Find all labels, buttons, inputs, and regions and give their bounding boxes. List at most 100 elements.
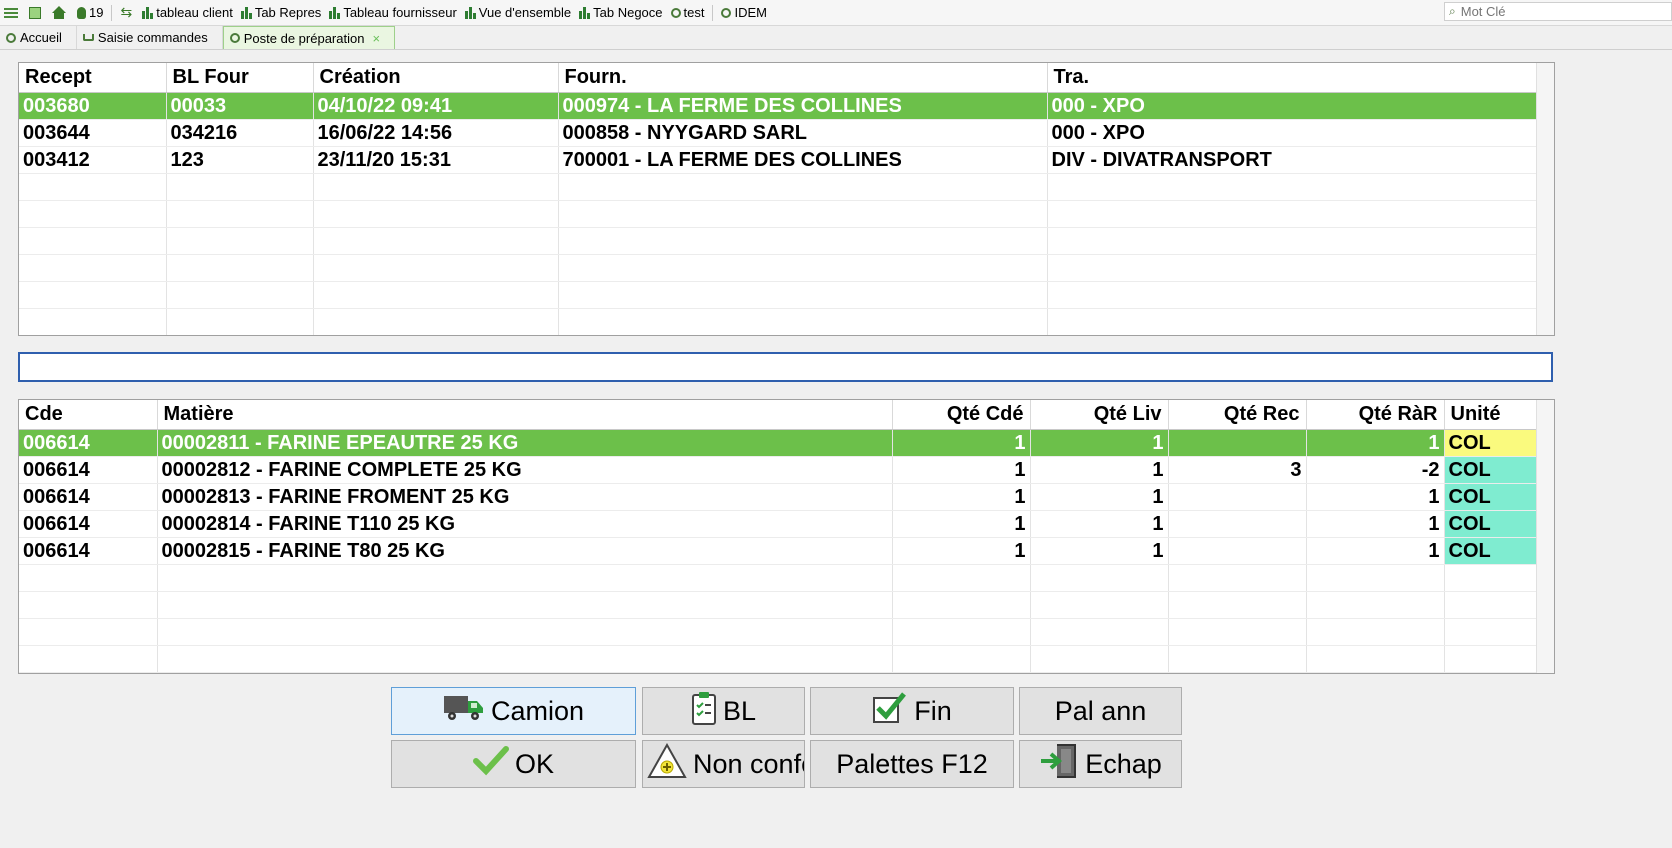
bar-chart-icon xyxy=(579,6,591,19)
column-header-fourn[interactable]: Fourn. xyxy=(558,63,1048,93)
empty-row xyxy=(19,564,1537,592)
column-header-bl-four[interactable]: BL Four xyxy=(166,63,314,93)
bar-chart-icon xyxy=(464,6,476,19)
tab-label: Saisie commandes xyxy=(97,30,208,45)
cell-cde: 006614 xyxy=(19,456,158,484)
cell-tra: 000 - XPO xyxy=(1047,92,1538,120)
swap-button[interactable]: ⇆ xyxy=(116,2,138,24)
camion-button-label: Camion xyxy=(490,695,585,726)
tab-poste-preparation[interactable]: Poste de préparation × xyxy=(222,26,396,49)
notification-count: 19 xyxy=(89,5,104,20)
tab-label: Accueil xyxy=(20,30,62,45)
empty-row xyxy=(19,227,1538,255)
cell-fourn: 000858 - NYYGARD SARL xyxy=(558,119,1048,147)
table-row[interactable]: 006614 00002815 - FARINE T80 25 KG 1 1 1… xyxy=(19,537,1537,565)
empty-row xyxy=(19,173,1538,201)
keyword-search-input[interactable] xyxy=(1458,3,1653,20)
non-conformite-button[interactable]: Non confo xyxy=(642,740,805,788)
camion-button[interactable]: Camion xyxy=(391,687,636,735)
toolbar-divider xyxy=(712,4,714,21)
cell-qte-rec[interactable] xyxy=(1168,510,1307,538)
cell-matiere: 00002811 - FARINE EPEAUTRE 25 KG xyxy=(157,429,893,457)
table-row[interactable]: 003680 00033 04/10/22 09:41 000974 - LA … xyxy=(19,92,1538,120)
checkbox-icon xyxy=(872,691,908,731)
toolbar-item-tableau-client[interactable]: tableau client xyxy=(138,2,237,24)
toolbar-item-tableau-fournisseur[interactable]: Tableau fournisseur xyxy=(325,2,460,24)
checkmark-icon xyxy=(472,745,509,784)
close-icon[interactable]: × xyxy=(372,31,380,46)
toolbar-item-tab-negoce[interactable]: Tab Negoce xyxy=(575,2,666,24)
toolbar-item-vue-ensemble[interactable]: Vue d'ensemble xyxy=(461,2,575,24)
table-row[interactable]: 003412 123 23/11/20 15:31 700001 - LA FE… xyxy=(19,146,1538,174)
vertical-scrollbar[interactable] xyxy=(1536,63,1554,335)
table-row[interactable]: 006614 00002814 - FARINE T110 25 KG 1 1 … xyxy=(19,510,1537,538)
toolbar-divider xyxy=(111,4,113,21)
toolbar-item-idem[interactable]: IDEM xyxy=(717,2,771,24)
toolbar-item-label: IDEM xyxy=(734,5,767,20)
cell-matiere: 00002813 - FARINE FROMENT 25 KG xyxy=(157,483,893,511)
table-row[interactable]: 006614 00002811 - FARINE EPEAUTRE 25 KG … xyxy=(19,429,1537,457)
cell-fourn: 000974 - LA FERME DES COLLINES xyxy=(558,92,1048,120)
ok-button[interactable]: OK xyxy=(391,740,636,788)
toolbar-item-label: test xyxy=(683,5,705,20)
cell-qte-rec[interactable] xyxy=(1168,483,1307,511)
column-header-unite[interactable]: Unité xyxy=(1444,400,1537,430)
cell-recept: 003412 xyxy=(19,146,167,174)
tab-accueil[interactable]: Accueil xyxy=(0,26,77,49)
swap-arrows-icon: ⇆ xyxy=(120,4,133,20)
notifications-button[interactable]: 19 xyxy=(73,2,107,24)
toolbar-item-test[interactable]: test xyxy=(667,2,709,24)
fin-button[interactable]: Fin xyxy=(810,687,1014,735)
vertical-scrollbar[interactable] xyxy=(1536,400,1554,673)
empty-row xyxy=(19,308,1538,335)
key-icon xyxy=(670,7,681,18)
cell-creation: 04/10/22 09:41 xyxy=(313,92,559,120)
pal-ann-button[interactable]: Pal ann xyxy=(1019,687,1182,735)
warning-icon xyxy=(647,742,687,786)
truck-icon xyxy=(443,693,485,730)
column-header-creation[interactable]: Création xyxy=(313,63,559,93)
table-row[interactable]: 006614 00002812 - FARINE COMPLETE 25 KG … xyxy=(19,456,1537,484)
bulb-icon xyxy=(77,6,86,19)
cell-qte-cde: 1 xyxy=(892,429,1031,457)
home-icon xyxy=(52,6,66,19)
column-header-qte-cde[interactable]: Qté Cdé xyxy=(892,400,1031,430)
calendar-button[interactable] xyxy=(25,2,48,24)
table-row[interactable]: 003644 034216 16/06/22 14:56 000858 - NY… xyxy=(19,119,1538,147)
search-icon: ⌕ xyxy=(1449,4,1456,18)
cell-qte-cde: 1 xyxy=(892,510,1031,538)
column-header-tra[interactable]: Tra. xyxy=(1047,63,1538,93)
tab-saisie-commandes[interactable]: Saisie commandes xyxy=(76,26,223,49)
scan-input[interactable] xyxy=(20,354,1551,380)
cell-bl-four: 00033 xyxy=(166,92,314,120)
cell-qte-rec[interactable] xyxy=(1168,537,1307,565)
menu-button[interactable] xyxy=(0,2,25,24)
column-header-qte-rar[interactable]: Qté RàR xyxy=(1306,400,1445,430)
empty-row xyxy=(19,281,1538,309)
column-header-cde[interactable]: Cde xyxy=(19,400,158,430)
cell-qte-rec[interactable] xyxy=(1168,429,1307,457)
palettes-f12-button[interactable]: Palettes F12 xyxy=(810,740,1014,788)
column-header-qte-rec[interactable]: Qté Rec xyxy=(1168,400,1307,430)
toolbar-item-label: Tableau fournisseur xyxy=(343,5,457,20)
lines-grid: Cde Matière Qté Cdé Qté Liv Qté Rec Qté … xyxy=(18,399,1555,674)
home-button[interactable] xyxy=(48,2,73,24)
cell-recept: 003644 xyxy=(19,119,167,147)
cell-qte-rec[interactable]: 3 xyxy=(1168,456,1307,484)
top-toolbar: 19 ⇆ tableau client Tab Repres Tableau f… xyxy=(0,0,1672,26)
cell-bl-four: 123 xyxy=(166,146,314,174)
column-header-recept[interactable]: Recept xyxy=(19,63,167,93)
non-conformite-button-label: Non confo xyxy=(693,748,805,779)
toolbar-item-label: Vue d'ensemble xyxy=(478,5,572,20)
column-header-matiere[interactable]: Matière xyxy=(157,400,893,430)
cell-qte-rar: 1 xyxy=(1306,483,1445,511)
toolbar-item-tab-repres[interactable]: Tab Repres xyxy=(237,2,325,24)
cell-qte-cde: 1 xyxy=(892,483,1031,511)
calendar-icon xyxy=(29,6,41,19)
echap-button[interactable]: Echap xyxy=(1019,740,1182,788)
hamburger-icon xyxy=(4,7,18,19)
table-row[interactable]: 006614 00002813 - FARINE FROMENT 25 KG 1… xyxy=(19,483,1537,511)
column-header-qte-liv[interactable]: Qté Liv xyxy=(1030,400,1169,430)
bl-button[interactable]: BL xyxy=(642,687,805,735)
pal-ann-button-label: Pal ann xyxy=(1054,695,1147,726)
